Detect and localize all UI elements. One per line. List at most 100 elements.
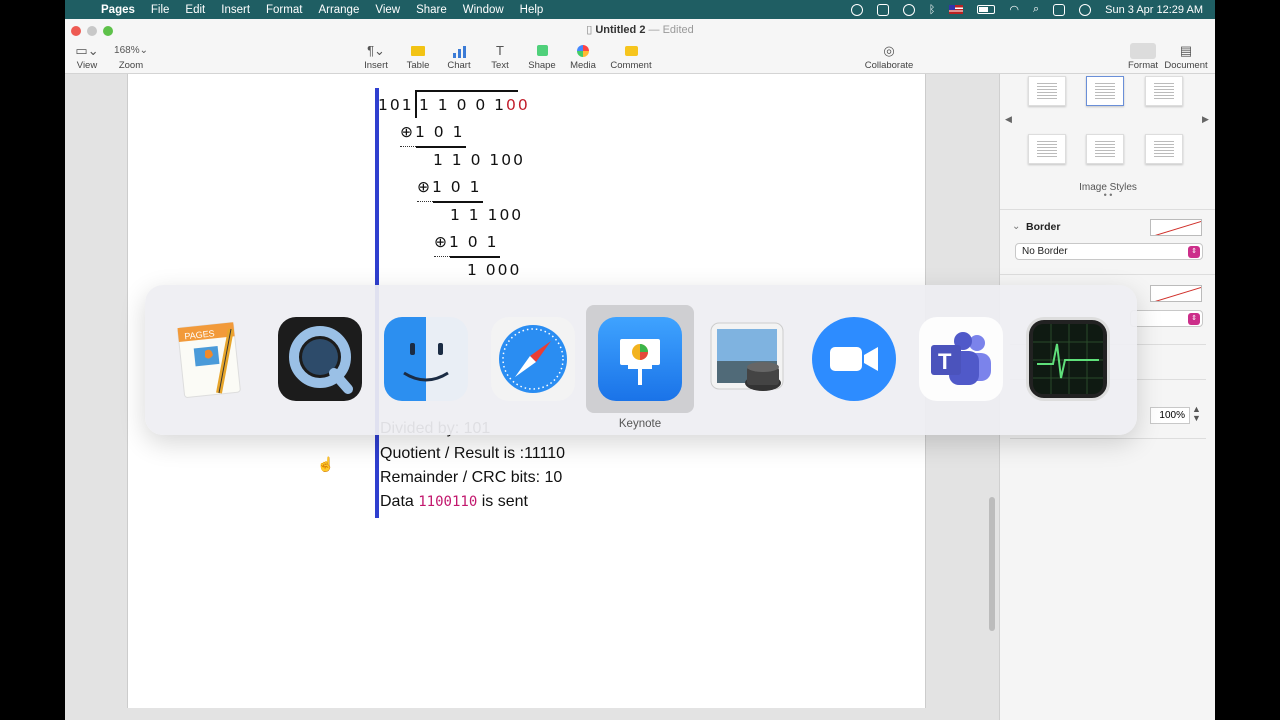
app-switcher-keynote[interactable] [586,305,694,413]
desktop: Pages File Edit Insert Format Arrange Vi… [65,0,1215,720]
dotted-guide-2 [417,201,433,202]
menu-share[interactable]: Share [416,4,447,16]
shape-icon [536,43,548,58]
document-edited-status: — Edited [648,24,694,36]
document-button[interactable]: ▤ Document [1161,42,1211,72]
hand-cursor-icon: ☝ [317,456,335,472]
border-style-select[interactable]: No Border ⇕ [1015,243,1203,260]
dividend: 1 1 0 0 100 [419,96,530,114]
view-button[interactable]: ▭⌄ View [65,43,112,72]
safari-app-icon [491,317,575,401]
battery-icon[interactable] [977,5,996,14]
app-switcher: PAGES T Keynote [145,285,1137,435]
division-bracket-left [415,90,417,118]
app-switcher-finder[interactable] [372,305,480,413]
xor-step-2: ⊕1 0 1 [417,178,482,196]
dotted-guide-1 [400,146,416,147]
media-button[interactable]: Media [558,43,608,71]
control-center-icon[interactable] [1053,3,1066,16]
comment-icon [624,43,638,58]
opacity-field[interactable]: 100% [1150,407,1190,424]
image-style-6[interactable] [1145,134,1183,164]
xor-step-3: ⊕1 0 1 [434,233,499,251]
document-icon: ▯ [586,24,596,36]
image-style-3[interactable] [1145,76,1183,106]
app-switcher-safari[interactable] [479,305,587,413]
app-switcher-pages[interactable]: PAGES [159,305,267,413]
image-style-2[interactable] [1086,76,1124,106]
app-menu[interactable]: Pages [101,4,135,16]
result-step-3: 1 000 [467,261,522,279]
app-switcher-quicktime[interactable] [266,305,374,413]
paragraph-icon: ¶⌄ [367,42,385,58]
menu-edit[interactable]: Edit [185,4,205,16]
window-title: ▯ Untitled 2 — Edited [65,23,1215,36]
shadow-color-swatch[interactable] [1150,285,1202,302]
media-icon [577,43,589,58]
table-label: Table [406,60,430,71]
zoom-control[interactable]: 168% ⌄ Zoom [106,43,156,71]
table-icon [411,43,425,58]
input-source-flag-icon[interactable] [949,5,964,14]
media-label: Media [570,60,596,71]
menu-window[interactable]: Window [463,4,504,16]
menu-insert[interactable]: Insert [221,4,250,16]
menu-file[interactable]: File [151,4,170,16]
pages-app-icon: PAGES [171,317,255,401]
border-color-swatch[interactable] [1150,219,1202,236]
image-styles-next-icon[interactable]: ▶ [1202,114,1209,125]
comment-button[interactable]: Comment [606,43,656,71]
border-label: Border [1026,221,1061,233]
step-3-underline [450,256,500,258]
menu-help[interactable]: Help [520,4,544,16]
format-brush-icon [1130,42,1156,59]
collaborate-icon: ◎ [883,42,895,58]
spotlight-search-icon[interactable]: ⌕ [1033,3,1039,16]
view-label: View [76,60,98,71]
quotient-text: Quotient / Result is :11110 [380,445,565,462]
play-status-icon[interactable] [902,3,915,16]
image-style-4[interactable] [1028,134,1066,164]
page-dots-icon[interactable]: • • [1000,190,1215,200]
shadow-style-select[interactable]: ⇕ [1130,310,1203,327]
siri-icon[interactable] [1079,3,1092,16]
image-styles-prev-icon[interactable]: ◀ [1005,114,1012,125]
collaborate-button[interactable]: ◎ Collaborate [864,42,914,72]
bluetooth-icon[interactable]: ᛒ [929,4,936,16]
teams-app-icon: T [919,317,1003,401]
xor-step-1: ⊕1 0 1 [400,123,465,141]
image-style-5[interactable] [1086,134,1124,164]
activity-monitor-app-icon [1026,317,1110,401]
document-label: Document [1164,60,1208,71]
sidebar-divider-2 [1000,274,1215,275]
app-switcher-zoom[interactable] [800,305,908,413]
text-box-icon: T [496,43,504,58]
menu-arrange[interactable]: Arrange [318,4,359,16]
zoom-label: Zoom [118,60,144,71]
text-label: Text [491,60,509,71]
shape-label: Shape [528,60,556,71]
menu-view[interactable]: View [375,4,400,16]
app-switcher-teams[interactable]: T [907,305,1015,413]
divisor: 101 [378,96,414,114]
data-sent-text: Data 1100110 is sent [380,493,528,510]
sidebar-divider-1 [1000,209,1215,210]
document-scrollbar[interactable] [989,497,995,631]
app-switcher-activity-monitor[interactable] [1014,305,1122,413]
screen-record-icon[interactable] [850,3,863,16]
select-arrows-icon-2: ⇕ [1188,313,1200,325]
quicktime-app-icon [278,317,362,401]
chart-label: Chart [447,60,471,71]
opacity-stepper-icon[interactable]: ▲ ▼ [1192,405,1201,423]
zoom-app-icon [812,317,896,401]
wifi-icon[interactable]: ◠ [1009,3,1019,16]
zoom-status-icon[interactable] [876,3,889,16]
border-disclosure-icon[interactable]: ⌄ [1012,221,1020,232]
dotted-guide-3 [434,256,450,257]
menu-format[interactable]: Format [266,4,302,16]
image-style-1[interactable] [1028,76,1066,106]
app-switcher-preview[interactable] [693,305,801,413]
select-arrows-icon: ⇕ [1188,246,1200,258]
menubar-clock[interactable]: Sun 3 Apr 12:29 AM [1105,4,1203,16]
document-icon-toolbar: ▤ [1179,42,1193,58]
